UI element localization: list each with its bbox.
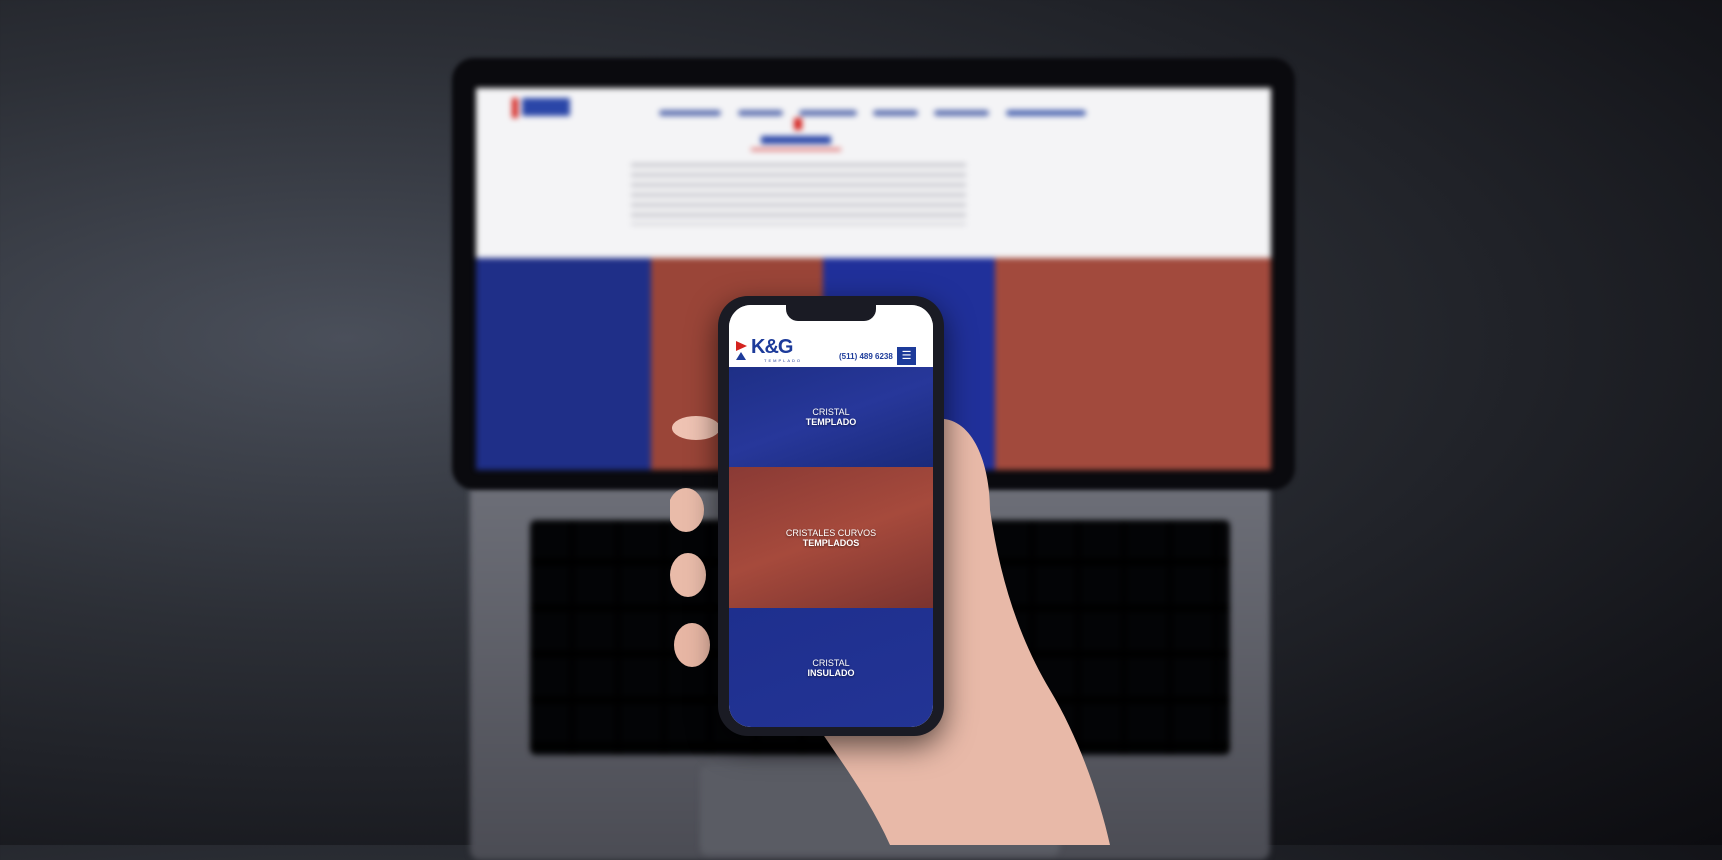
section-title-line1: CRISTALES CURVOS [785, 527, 877, 538]
laptop-nav-item [799, 110, 857, 116]
phone-notch [786, 305, 876, 321]
section-title-line1: CRISTAL [812, 657, 850, 668]
logo-flag-icon [736, 341, 747, 351]
logo-subtitle: TEMPLADO [764, 358, 803, 363]
phone-screen: K&G TEMPLADO (511) 489 6238 ☰ CRISTAL TE… [729, 305, 933, 727]
laptop-logo-mark [512, 98, 518, 118]
section-title-line1: CRISTAL [812, 407, 850, 417]
finger [674, 623, 710, 667]
laptop-nav-item [659, 110, 721, 116]
finger [670, 553, 706, 597]
phone-number-link[interactable]: (511) 489 6238 [839, 352, 893, 361]
laptop-nav-item [873, 110, 918, 116]
logo-triangle-icon [736, 352, 746, 360]
laptop-nav-item [934, 110, 989, 116]
laptop-nav-item [738, 110, 783, 116]
hamburger-icon: ☰ [901, 350, 912, 362]
laptop-paragraph [631, 163, 966, 225]
laptop-nav-phone [1006, 110, 1086, 116]
product-cristales-curvos[interactable]: CRISTALES CURVOS TEMPLADOS [729, 467, 933, 608]
finger [670, 488, 704, 532]
laptop-section-title [761, 136, 831, 144]
section-title-line2: TEMPLADOS [802, 537, 860, 548]
logo[interactable]: K&G [751, 336, 793, 359]
section-title-line2: TEMPLADO [805, 417, 857, 427]
laptop-title-icon [794, 118, 802, 130]
product-cristal-templado[interactable]: CRISTAL TEMPLADO [729, 367, 933, 467]
product-cristal-insulado[interactable]: CRISTAL INSULADO [729, 608, 933, 727]
laptop-title-underline [751, 148, 841, 151]
menu-button[interactable]: ☰ [897, 347, 916, 365]
laptop-logo [522, 98, 570, 116]
laptop-tile [476, 258, 651, 470]
section-title-line2: INSULADO [807, 667, 855, 678]
thumb [672, 416, 720, 440]
phone: K&G TEMPLADO (511) 489 6238 ☰ CRISTAL TE… [718, 296, 944, 736]
